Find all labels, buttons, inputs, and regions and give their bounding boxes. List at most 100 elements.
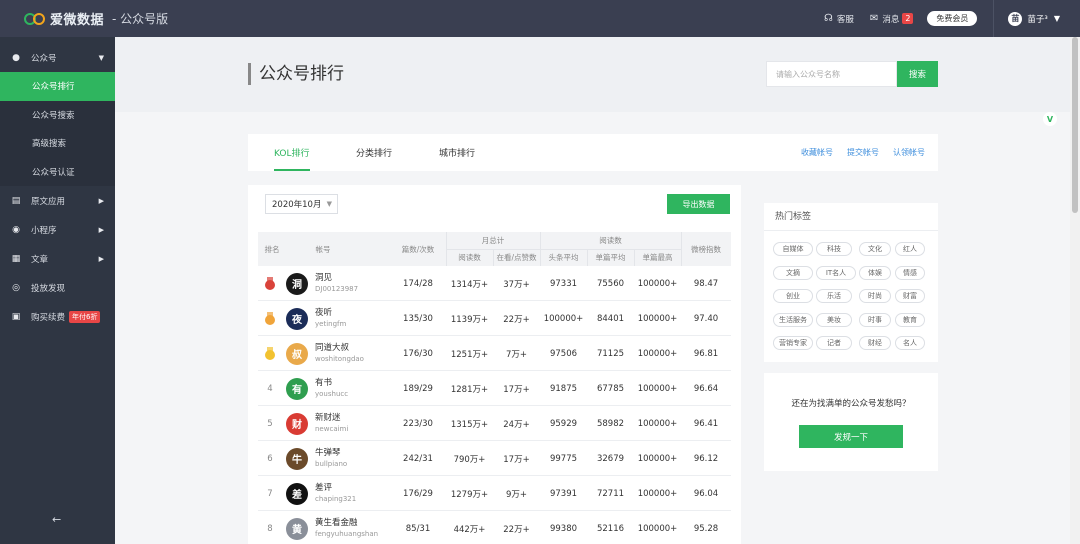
publish-cell: 85/31	[405, 523, 431, 534]
account-name: 差评	[315, 483, 333, 493]
account-avatar: 牛	[286, 447, 308, 470]
promo-badge: 年付6折	[69, 310, 101, 323]
table-row[interactable]: 6 牛牛弹琴 bullpiano 242/31 790万+ 17万+ 99775 32679 1…	[258, 441, 731, 476]
sidebar-group-mini-program[interactable]: ◉ 小程序 ▶	[0, 215, 115, 244]
sidebar-group-purchase[interactable]: ▣ 购买续费 年付6折	[0, 302, 115, 331]
favorite-accounts-link[interactable]: 收藏帐号	[801, 134, 833, 171]
account-cell[interactable]: 夜夜听 yetingfm	[286, 301, 346, 336]
search-button[interactable]: 搜索	[897, 61, 938, 87]
account-cell[interactable]: 牛牛弹琴 bullpiano	[286, 441, 347, 476]
hot-tag[interactable]: 财经	[859, 336, 891, 350]
messages-link[interactable]: ✉ 消息 2	[870, 13, 914, 25]
month-select-value: 2020年10月	[272, 200, 322, 210]
chevron-right-icon: ▶	[98, 196, 104, 205]
likes-cell: 7万+	[505, 349, 528, 360]
hot-tag[interactable]: IT名人	[816, 265, 856, 280]
account-cell[interactable]: 黄黄生看金融 fengyuhuangshan	[286, 511, 378, 544]
customer-service-label: 客服	[836, 14, 854, 25]
table-body: 洞洞见 DJ00123987 174/28 1314万+ 37万+ 97331 75560 1…	[258, 266, 731, 544]
hot-tag[interactable]: 时事	[859, 312, 891, 327]
search-input[interactable]: 请输入公众号名称	[766, 61, 897, 87]
hot-tag[interactable]: 财富	[895, 289, 925, 303]
table-row[interactable]: 叔同道大叔 woshitongdao 176/30 1251万+ 7万+ 97506 711…	[258, 336, 731, 371]
max-cell: 100000+	[637, 383, 678, 394]
account-cell[interactable]: 差差评 chaping321	[286, 476, 356, 511]
avg-cell: 52116	[596, 523, 625, 534]
account-cell[interactable]: 财新财迷 newcaimi	[286, 406, 348, 441]
tab-kol-ranking[interactable]: KOL排行	[274, 134, 310, 171]
account-name: 洞见	[315, 273, 333, 283]
mail-icon: ✉	[869, 13, 879, 24]
hot-tag[interactable]: 创业	[773, 289, 813, 303]
logo[interactable]: 爱微数据 - 公众号版	[24, 9, 168, 28]
table-row[interactable]: 5 财新财迷 newcaimi 223/30 1315万+ 24万+ 95929 58982 1…	[258, 406, 731, 441]
hot-tag[interactable]: 生活服务	[773, 312, 813, 327]
table-row[interactable]: 夜夜听 yetingfm 135/30 1139万+ 22万+ 100000+ 84401 1…	[258, 301, 731, 336]
hot-tag[interactable]: 情感	[895, 265, 925, 280]
table-row[interactable]: 7 差差评 chaping321 176/29 1279万+ 9万+ 97391 72711 1…	[258, 476, 731, 511]
index-cell: 98.47	[693, 278, 719, 289]
hot-tags-card: 热门标签 自媒体 科技 文化 红人 文摘 IT名人 体娱 情感 创业 乐活 时尚 财富 生活服务 美妆 时事…	[764, 203, 938, 362]
hot-tag[interactable]: 科技	[816, 242, 852, 256]
user-menu[interactable]: 苗 苗子³ ▼	[993, 0, 1060, 37]
avg-cell: 58982	[596, 418, 625, 429]
account-id: youshucc	[315, 390, 349, 398]
hot-tag[interactable]: 体娱	[859, 265, 891, 280]
month-select[interactable]: 2020年10月 ▼	[265, 194, 338, 214]
hot-tag[interactable]: 营销专家	[773, 336, 813, 350]
index-cell: 96.81	[693, 348, 719, 359]
publish-cell: 176/30	[403, 348, 433, 359]
headline-cell: 99380	[549, 523, 578, 534]
hot-tag[interactable]: 文化	[859, 242, 891, 256]
hot-tag[interactable]: 记者	[816, 336, 852, 350]
hot-tag[interactable]: 美妆	[816, 312, 852, 327]
mini-program-icon: ◉	[12, 224, 20, 235]
sidebar: ● 公众号 ▼ 公众号排行 公众号搜索 高级搜索 公众号认证 ▤ 原文应用 ▶ …	[0, 37, 115, 544]
message-count-badge: 2	[902, 13, 914, 24]
hot-tag[interactable]: 时尚	[859, 289, 891, 303]
sidebar-item-account-search[interactable]: 公众号搜索	[0, 100, 115, 129]
tab-category-ranking[interactable]: 分类排行	[356, 134, 392, 171]
account-cell[interactable]: 叔同道大叔 woshitongdao	[286, 336, 364, 371]
page-scrollbar[interactable]	[1070, 37, 1080, 544]
sidebar-group-articles[interactable]: ▦ 文章 ▶	[0, 244, 115, 273]
submit-account-link[interactable]: 提交帐号	[847, 134, 879, 171]
hot-tag[interactable]: 名人	[895, 336, 925, 350]
account-id: chaping321	[315, 495, 357, 503]
collapse-sidebar-icon[interactable]: ←	[52, 513, 61, 526]
headline-cell: 100000+	[543, 313, 584, 324]
export-data-button[interactable]: 导出数据	[667, 194, 730, 214]
claim-account-link[interactable]: 认领帐号	[893, 134, 925, 171]
hot-tag[interactable]: 文摘	[773, 265, 813, 280]
chevron-down-icon: ▼	[1053, 14, 1060, 23]
avg-cell: 84401	[596, 313, 625, 324]
sidebar-group-discover[interactable]: ◎ 投放发现	[0, 273, 115, 302]
sidebar-item-account-ranking[interactable]: 公众号排行	[0, 72, 115, 101]
table-row[interactable]: 4 有有书 youshucc 189/29 1281万+ 17万+ 91875 67785 10…	[258, 371, 731, 406]
account-cell[interactable]: 洞洞见 DJ00123987	[286, 266, 358, 301]
hot-tag[interactable]: 乐活	[816, 289, 852, 303]
likes-cell: 22万+	[503, 314, 530, 325]
account-id: bullpiano	[315, 460, 348, 468]
sidebar-item-account-verify[interactable]: 公众号认证	[0, 157, 115, 186]
sidebar-item-advanced-search[interactable]: 高级搜索	[0, 129, 115, 158]
promo-button[interactable]: 发规一下	[799, 425, 903, 448]
max-cell: 100000+	[637, 523, 678, 534]
account-name: 新财迷	[315, 413, 341, 423]
account-cell[interactable]: 有有书 youshucc	[286, 371, 348, 406]
tab-city-ranking[interactable]: 城市排行	[439, 134, 475, 171]
table-row[interactable]: 洞洞见 DJ00123987 174/28 1314万+ 37万+ 97331 75560 1…	[258, 266, 731, 301]
verified-float-icon[interactable]: V	[1043, 112, 1057, 126]
sidebar-group-original-apps[interactable]: ▤ 原文应用 ▶	[0, 186, 115, 215]
hot-tag[interactable]: 红人	[895, 242, 925, 256]
hot-tag[interactable]: 教育	[895, 312, 925, 327]
sidebar-group-official-account[interactable]: ● 公众号 ▼	[0, 43, 115, 72]
free-member-button[interactable]: 免费会员	[927, 11, 978, 26]
table-row[interactable]: 8 黄黄生看金融 fengyuhuangshan 85/31 442万+ 22万+ 9938…	[258, 511, 731, 544]
article-icon: ▦	[11, 253, 21, 264]
hot-tag[interactable]: 自媒体	[773, 242, 813, 256]
customer-service-link[interactable]: ☊ 客服	[824, 13, 854, 25]
scrollbar-thumb[interactable]	[1072, 37, 1078, 213]
account-name: 同道大叔	[315, 343, 350, 353]
reads-cell: 1139万+	[450, 314, 489, 325]
